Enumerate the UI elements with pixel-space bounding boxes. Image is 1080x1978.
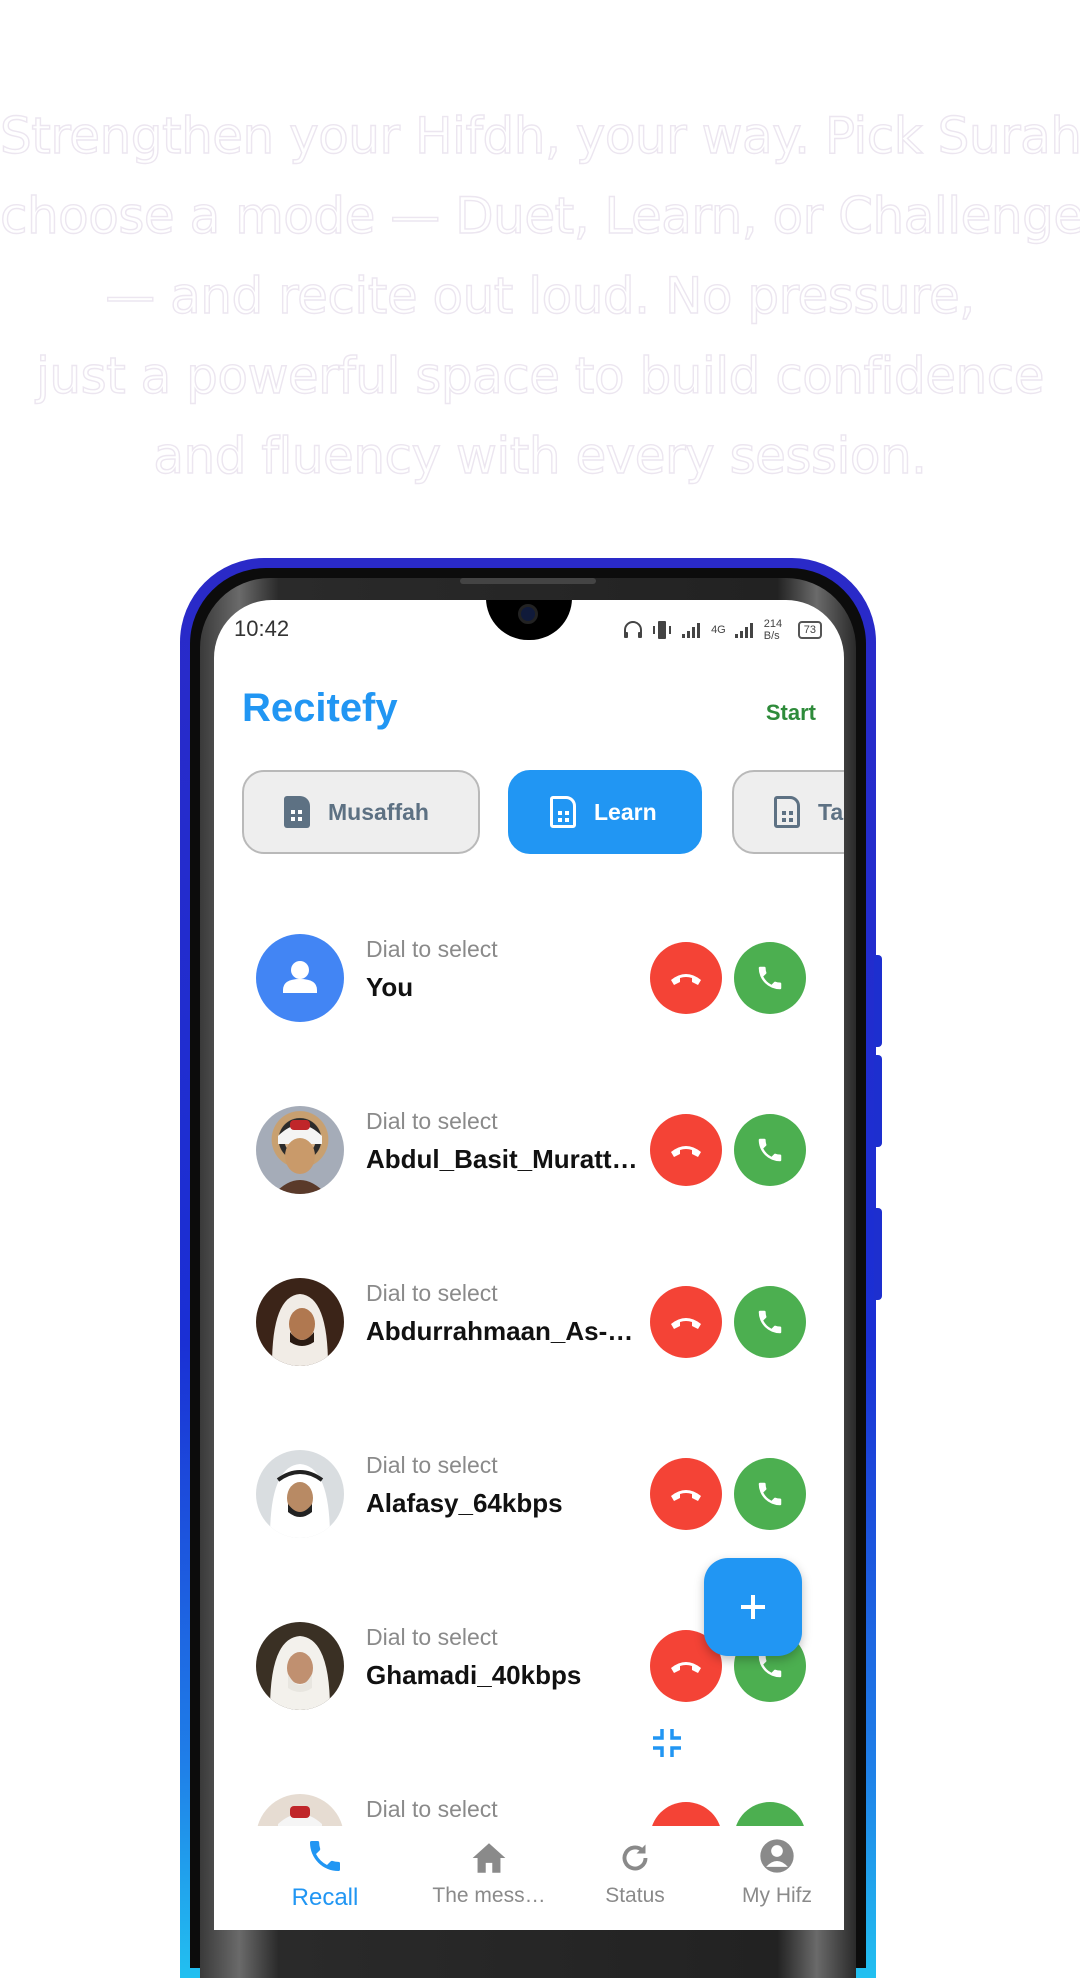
plus-icon (741, 1595, 765, 1619)
decline-button[interactable] (650, 1458, 722, 1530)
accept-button[interactable] (734, 1286, 806, 1358)
reciter-avatar (256, 1622, 344, 1710)
row-name: Ghamadi_40kbps (366, 1660, 582, 1690)
decline-button[interactable] (650, 942, 722, 1014)
nav-my-hifz[interactable]: My Hifz (702, 1826, 844, 1908)
signal-icon-2 (734, 623, 753, 638)
reciter-avatar (256, 1278, 344, 1366)
row-subtitle: Dial to select (366, 1280, 498, 1306)
reciter-row[interactable]: Dial to select Abdurrahmaan_As-… (214, 1274, 844, 1374)
earpiece-speaker (460, 578, 596, 584)
signal-icon (682, 623, 701, 638)
mode-chips: Musaffah Learn Ta (242, 770, 844, 858)
battery-indicator: 73 (797, 621, 822, 639)
add-fab-button[interactable] (704, 1558, 802, 1656)
nav-label: My Hifz (742, 1884, 812, 1907)
chip-label: Learn (594, 798, 657, 825)
row-subtitle: Dial to select (366, 936, 498, 962)
reciter-row[interactable]: Dial to select Abdul_Basit_Muratt… (214, 1102, 844, 1202)
network-type: 4G (711, 624, 726, 636)
phone-icon (758, 1482, 782, 1506)
row-name: Abdul_Basit_Muratt… (366, 1144, 638, 1174)
nav-recall[interactable]: Recall (250, 1826, 400, 1912)
accept-button[interactable] (734, 1114, 806, 1186)
volume-down-button (874, 1055, 882, 1147)
chip-label: Ta (818, 798, 844, 825)
headline-line: choose a mode — Duet, Learn, or Challeng… (0, 186, 1080, 245)
call-end-icon (671, 974, 701, 985)
call-end-icon (671, 1662, 701, 1673)
nav-label: Recall (291, 1884, 359, 1911)
decline-button[interactable] (650, 1286, 722, 1358)
headline-line: and fluency with every session. (153, 426, 928, 485)
accept-button[interactable] (734, 1458, 806, 1530)
chip-musaffah[interactable]: Musaffah (242, 770, 480, 854)
sim-card-icon (774, 796, 800, 828)
phone-icon (758, 966, 782, 990)
nav-the-mess[interactable]: The mess… (414, 1826, 564, 1908)
chip-label: Musaffah (328, 798, 429, 825)
network-speed: 214 B/s (763, 618, 783, 642)
headline-line: Strengthen your Hifdh, your way. Pick Su… (0, 106, 1080, 165)
call-end-icon (671, 1490, 701, 1501)
headline-line: just a powerful space to build confidenc… (35, 346, 1045, 405)
row-subtitle: Dial to select (366, 1796, 498, 1822)
sim-card-icon (550, 796, 576, 828)
account-circle-icon (760, 1839, 794, 1873)
reciter-avatar (256, 1450, 344, 1538)
row-subtitle: Dial to select (366, 1624, 498, 1650)
nav-label: The mess… (432, 1884, 546, 1907)
nav-label: Status (605, 1884, 665, 1907)
row-subtitle: Dial to select (366, 1108, 498, 1134)
home-icon (472, 1843, 506, 1873)
reciter-row[interactable]: Dial to select Alafasy_64kbps (214, 1446, 844, 1546)
decline-button[interactable] (650, 1114, 722, 1186)
accept-button[interactable] (734, 942, 806, 1014)
phone-icon (758, 1310, 782, 1334)
collapse-icon[interactable] (650, 1726, 684, 1760)
nav-status[interactable]: Status (560, 1826, 710, 1908)
row-name: Abdurrahmaan_As-… (366, 1316, 634, 1346)
start-button[interactable]: Start (766, 700, 816, 726)
vibrate-icon (653, 621, 672, 639)
front-camera-icon (518, 604, 538, 624)
bottom-nav: Recall The mess… Status My Hifz (214, 1826, 844, 1930)
row-name: You (366, 972, 414, 1002)
sim-card-icon (284, 796, 310, 828)
status-icons: 4G 214 B/s 73 (623, 618, 822, 642)
status-time: 10:42 (234, 616, 290, 641)
headphones-icon (624, 621, 643, 638)
row-name: Alafasy_64kbps (366, 1488, 563, 1518)
row-subtitle: Dial to select (366, 1452, 498, 1478)
person-icon (256, 934, 344, 1022)
phone-icon (758, 1138, 782, 1162)
chip-learn[interactable]: Learn (508, 770, 702, 854)
chip-ta[interactable]: Ta (732, 770, 844, 854)
headline-line: — and recite out loud. No pressure, (105, 266, 976, 325)
call-end-icon (671, 1318, 701, 1329)
camera-notch (486, 600, 572, 640)
volume-up-button (874, 955, 882, 1047)
reciter-row[interactable]: Dial to select You (214, 930, 844, 1030)
app-title: Recitefy (242, 686, 398, 730)
phone-icon (310, 1841, 340, 1871)
marketing-headline: Strengthen your Hifdh, your way. Pick Su… (0, 96, 1080, 496)
reciter-avatar (256, 1106, 344, 1194)
refresh-icon (622, 1844, 648, 1871)
phone-screen: 10:42 4G 214 B/s 73 Recitefy Start Musaf… (214, 600, 844, 1930)
power-button (874, 1208, 882, 1300)
call-end-icon (671, 1146, 701, 1157)
